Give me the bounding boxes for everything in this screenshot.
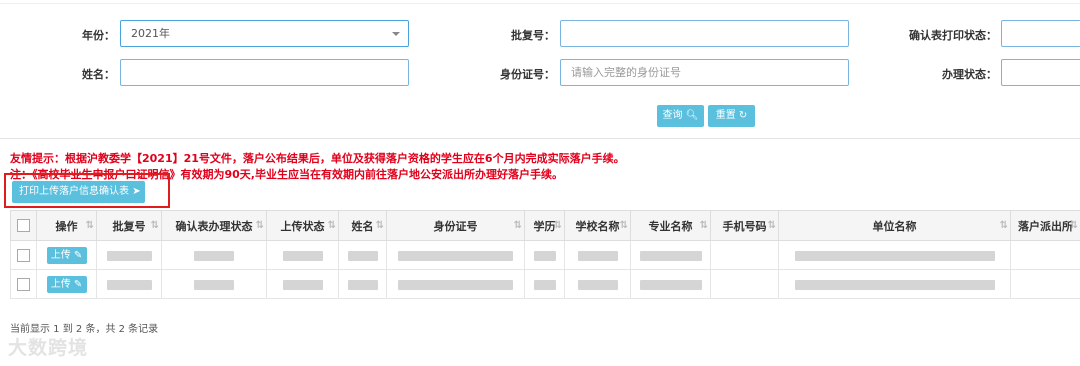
sort-icon[interactable]: ⇅ — [328, 220, 337, 231]
sort-icon[interactable]: ⇅ — [86, 220, 95, 231]
year-label: 年份： — [82, 29, 115, 42]
header-degree[interactable]: 学历 ⇅ — [524, 210, 565, 241]
approval-label: 批复号： — [511, 29, 555, 42]
search-button-label: 查询 — [662, 110, 683, 121]
header-company[interactable]: 单位名称 ⇅ — [778, 210, 1011, 241]
idno-label: 身份证号： — [500, 68, 555, 81]
redacted-cell — [106, 279, 152, 290]
reset-button-label: 重置 — [715, 110, 736, 121]
redacted-cell — [398, 279, 513, 290]
redacted-cell — [794, 279, 995, 290]
table-row: 上传 ✎ — [10, 269, 1080, 299]
print-confirm-button[interactable]: 打印上传落户信息确认表 ➤ — [12, 181, 145, 203]
sort-icon[interactable]: ⇅ — [1000, 220, 1009, 231]
header-label: 确认表办理状态 — [175, 219, 253, 233]
search-button[interactable]: 查询 🔍︎ — [657, 105, 704, 127]
sort-icon[interactable]: ⇅ — [554, 220, 563, 231]
sort-icon[interactable]: ⇅ — [376, 220, 385, 231]
chevron-down-icon — [392, 32, 400, 36]
edit-icon: ✎ — [73, 249, 83, 261]
header-label: 手机号码 — [722, 219, 767, 233]
search-icon: 🔍︎ — [685, 110, 699, 121]
sort-icon[interactable]: ⇅ — [700, 220, 709, 231]
redacted-cell — [106, 250, 152, 261]
idno-placeholder: 请输入完整的身份证号 — [571, 66, 681, 79]
idno-input[interactable]: 请输入完整的身份证号 — [560, 59, 849, 86]
sort-icon[interactable]: ⇅ — [768, 220, 777, 231]
sort-icon[interactable]: ⇅ — [620, 220, 629, 231]
header-idno[interactable]: 身份证号 ⇅ — [386, 210, 525, 241]
header-label: 批复号 — [112, 219, 146, 233]
redacted-cell — [194, 279, 234, 290]
header-school[interactable]: 学校名称 ⇅ — [564, 210, 631, 241]
edit-icon: ✎ — [73, 278, 83, 290]
records-table: 操作 ⇅ 批复号 ⇅ 确认表办理状态 ⇅ 上传状态 ⇅ 姓名 ⇅ 身份证号 ⇅ 学历 ⇅ 学校… — [10, 210, 1080, 299]
sort-icon[interactable]: ⇅ — [151, 220, 160, 231]
header-action[interactable]: 操作 ⇅ — [36, 210, 97, 241]
upload-button-label: 上传 — [50, 249, 71, 261]
redacted-cell — [533, 279, 556, 290]
send-icon: ➤ — [132, 186, 141, 197]
header-label: 操作 — [55, 219, 78, 233]
refresh-icon: ↻ — [738, 110, 748, 121]
section-divider — [0, 138, 1080, 139]
redacted-cell — [282, 250, 323, 261]
sort-icon[interactable]: ⇅ — [256, 220, 265, 231]
sort-icon[interactable]: ⇅ — [514, 220, 523, 231]
redacted-cell — [794, 250, 995, 261]
header-label: 上传状态 — [280, 219, 325, 233]
print-status-select[interactable] — [1001, 20, 1080, 47]
upload-button[interactable]: 上传 ✎ — [46, 275, 87, 293]
redacted-cell — [639, 250, 702, 261]
header-label: 姓名 — [351, 219, 374, 233]
row-checkbox[interactable] — [17, 249, 30, 262]
header-phone[interactable]: 手机号码 ⇅ — [710, 210, 779, 241]
redacted-cell — [577, 250, 618, 261]
reset-button[interactable]: 重置 ↻ — [708, 105, 755, 127]
process-status-label: 办理状态： — [942, 68, 997, 81]
redacted-cell — [639, 279, 702, 290]
redacted-cell — [282, 279, 323, 290]
redacted-cell — [194, 250, 234, 261]
upload-button-label: 上传 — [50, 278, 71, 290]
header-police-station[interactable]: 落户派出所 ⇅ — [1010, 210, 1080, 241]
header-upload-status[interactable]: 上传状态 ⇅ — [266, 210, 339, 241]
name-input[interactable] — [120, 59, 409, 86]
header-major[interactable]: 专业名称 ⇅ — [630, 210, 711, 241]
row-checkbox[interactable] — [17, 278, 30, 291]
header-label: 学历 — [533, 219, 556, 233]
print-status-label: 确认表打印状态： — [909, 29, 997, 42]
top-divider — [0, 3, 1080, 4]
table-row: 上传 ✎ — [10, 240, 1080, 270]
upload-button[interactable]: 上传 ✎ — [46, 246, 87, 264]
select-all-checkbox[interactable] — [17, 219, 30, 233]
tip-line-1: 友情提示：根据沪教委学【2021】21号文件，落户公布结果后，单位及获得落户资格… — [10, 152, 625, 165]
year-select-value: 2021年 — [131, 27, 170, 40]
header-approval[interactable]: 批复号 ⇅ — [96, 210, 162, 241]
watermark: 大数跨境 — [8, 337, 89, 359]
redacted-cell — [533, 250, 556, 261]
header-label: 身份证号 — [433, 219, 478, 233]
year-select[interactable]: 2021年 — [120, 20, 409, 47]
redacted-cell — [347, 250, 378, 261]
header-select[interactable] — [10, 210, 37, 241]
sort-icon[interactable]: ⇅ — [1070, 220, 1079, 231]
process-status-select[interactable] — [1001, 59, 1080, 86]
approval-input[interactable] — [560, 20, 849, 47]
name-label: 姓名： — [82, 68, 115, 81]
redacted-cell — [577, 279, 618, 290]
redacted-cell — [398, 250, 513, 261]
header-label: 落户派出所 — [1018, 219, 1073, 233]
print-confirm-label: 打印上传落户信息确认表 — [19, 186, 129, 197]
header-confirm-status[interactable]: 确认表办理状态 ⇅ — [161, 210, 267, 241]
header-label: 学校名称 — [575, 219, 620, 233]
table-header-row: 操作 ⇅ 批复号 ⇅ 确认表办理状态 ⇅ 上传状态 ⇅ 姓名 ⇅ 身份证号 ⇅ 学历 ⇅ 学校… — [10, 210, 1080, 241]
header-label: 单位名称 — [872, 219, 917, 233]
header-name[interactable]: 姓名 ⇅ — [338, 210, 387, 241]
redacted-cell — [347, 279, 378, 290]
header-label: 专业名称 — [648, 219, 693, 233]
